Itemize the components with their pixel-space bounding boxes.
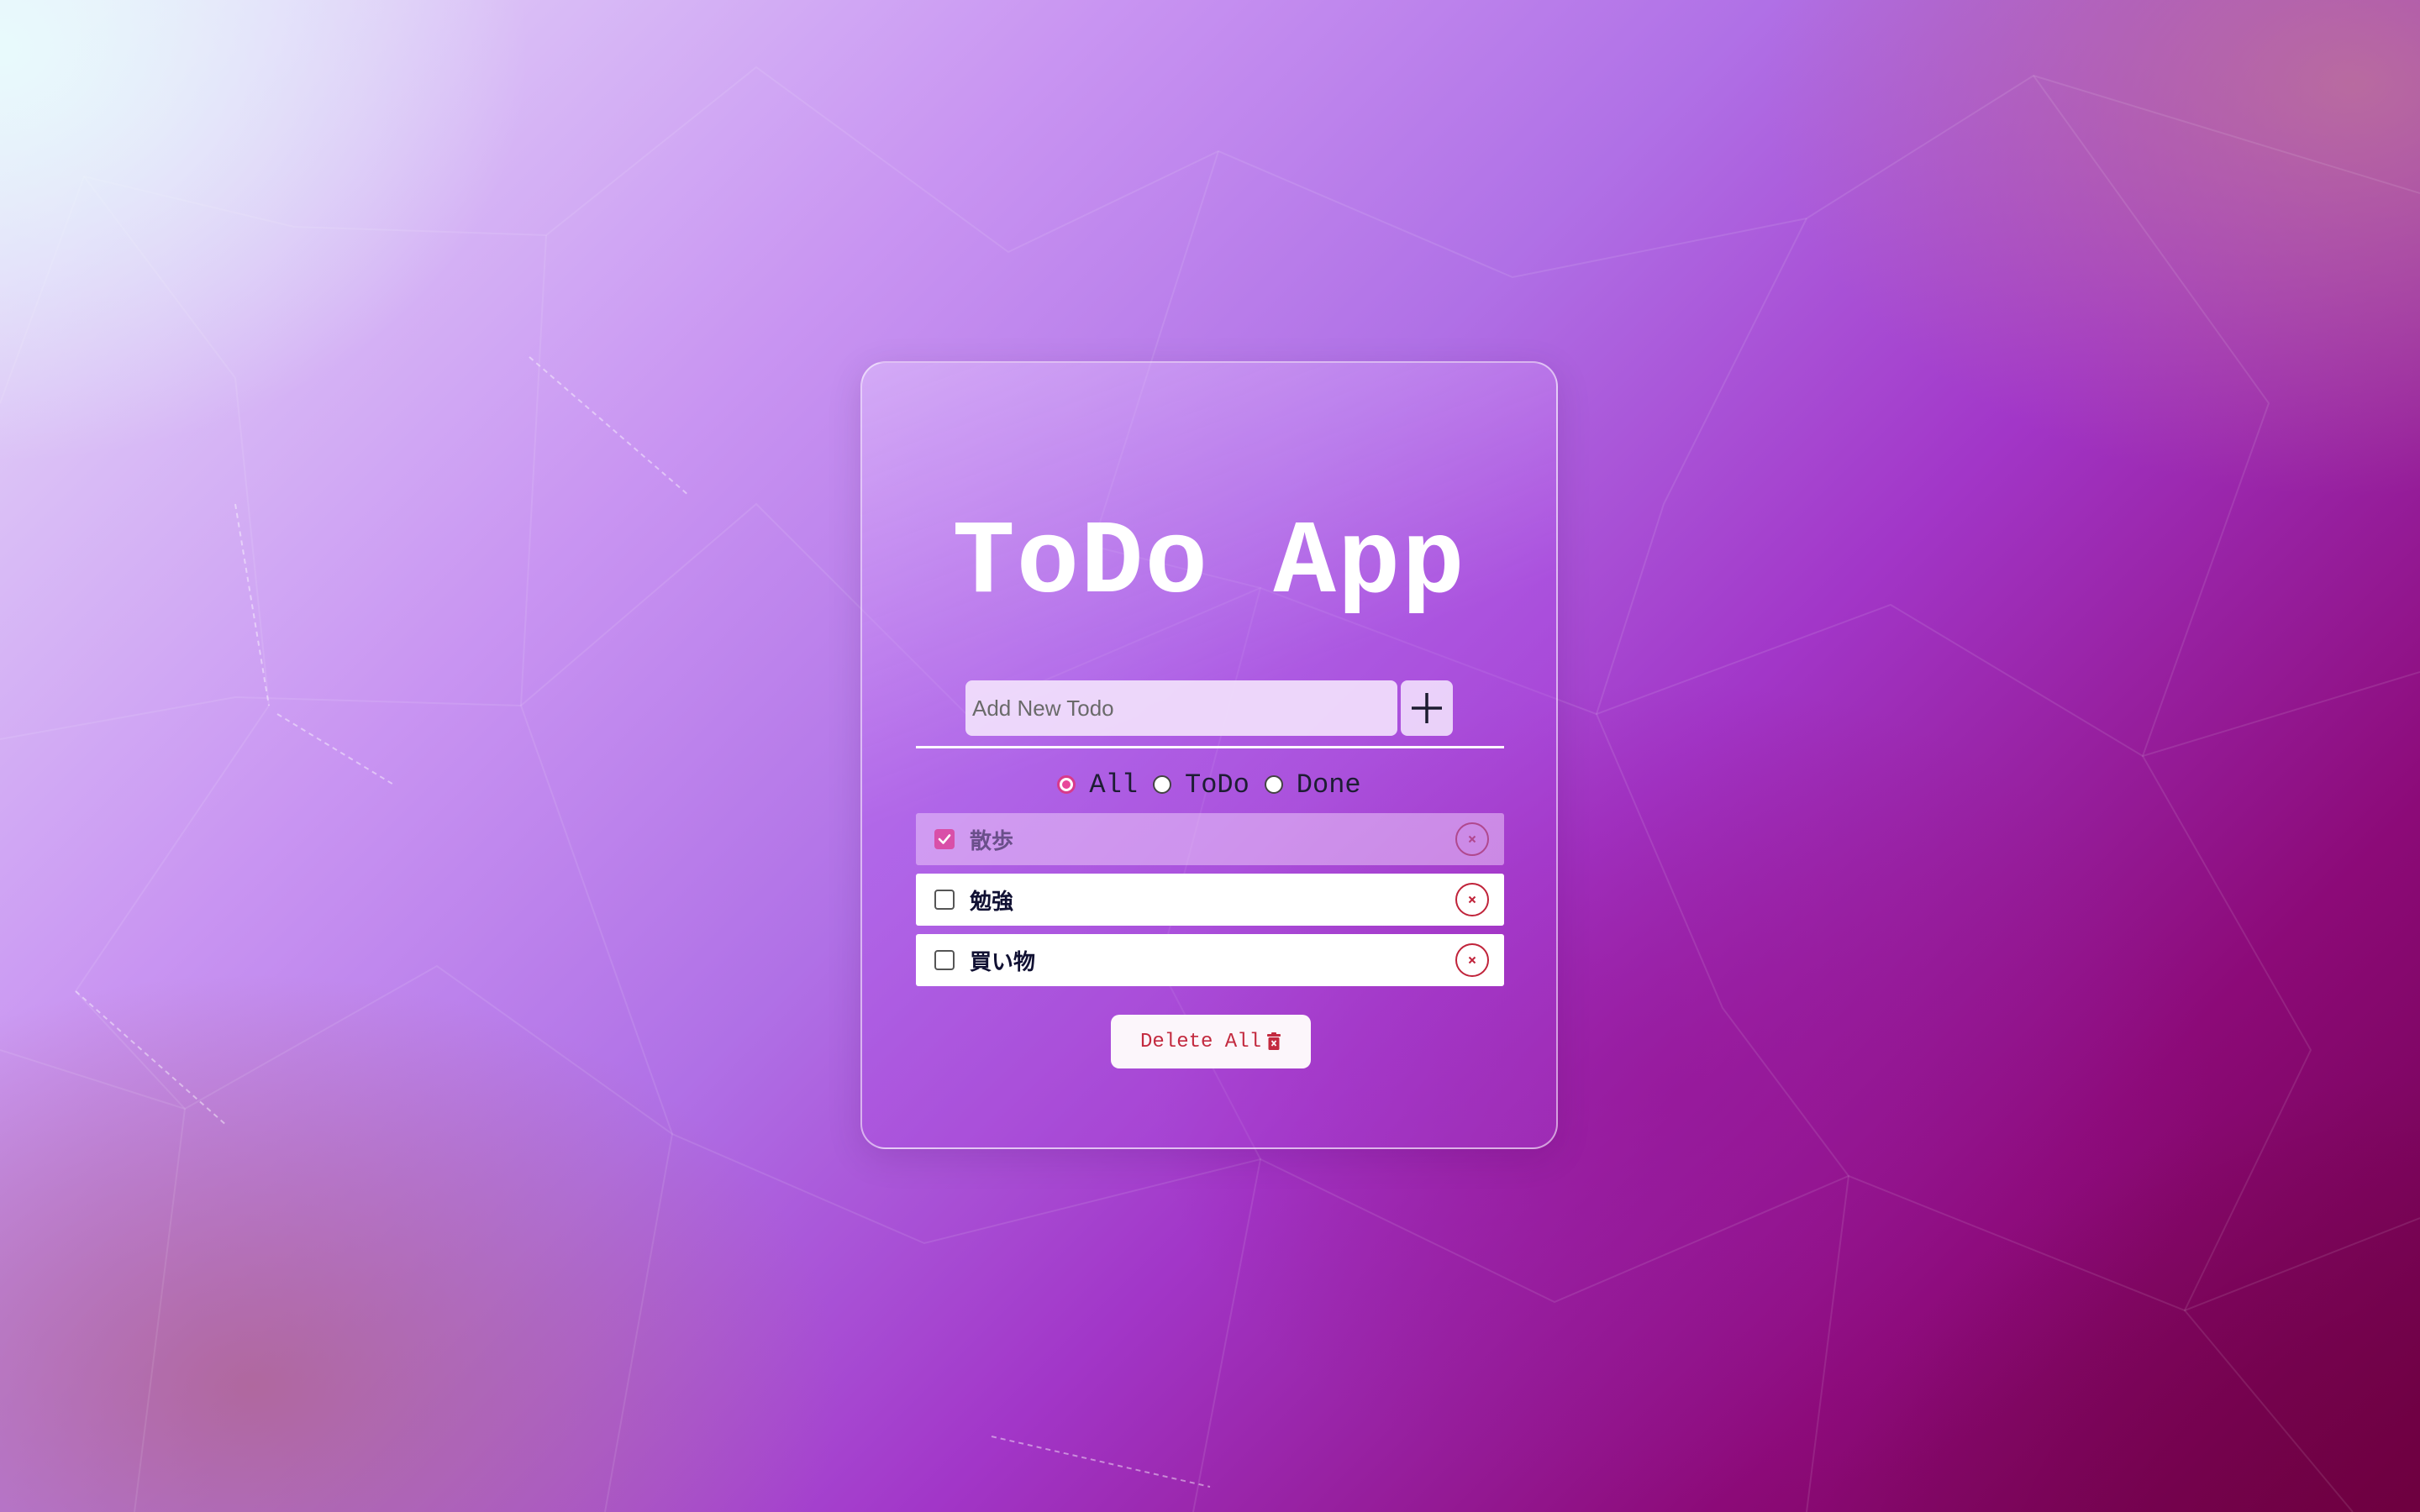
add-todo-button[interactable] [1401,680,1453,736]
remove-todo-button[interactable] [1455,883,1489,916]
filter-todo[interactable]: ToDo [1152,769,1249,801]
todo-item: 散歩 [916,813,1504,865]
filter-done-radio[interactable] [1264,775,1283,794]
trash-icon [1267,1032,1281,1050]
filter-all-label: All [1089,769,1138,801]
todo-label: 買い物 [970,949,1036,975]
filter-all[interactable]: All [1057,769,1138,801]
delete-all-button[interactable]: Delete All [1111,1015,1311,1068]
todo-card: ToDo App All ToDo Done [860,361,1558,1149]
new-todo-input[interactable] [965,680,1397,736]
remove-todo-button[interactable] [1455,822,1489,856]
todo-checkbox[interactable] [934,950,955,970]
filter-radio-group: All ToDo Done [862,764,1556,805]
filter-done-label: Done [1296,769,1361,801]
todo-item: 勉強 [916,874,1504,926]
filter-todo-label: ToDo [1184,769,1249,801]
todo-checkbox[interactable] [934,829,955,849]
filter-all-radio[interactable] [1057,775,1076,794]
todo-label: 散歩 [970,828,1014,854]
todo-item: 買い物 [916,934,1504,986]
filter-todo-radio[interactable] [1152,775,1171,794]
remove-todo-button[interactable] [1455,943,1489,977]
plus-icon [1412,693,1442,723]
delete-all-label: Delete All [1139,1030,1262,1053]
todo-checkbox[interactable] [934,890,955,910]
check-icon [938,834,951,844]
form-divider [916,746,1504,748]
close-icon [1468,956,1476,964]
close-icon [1468,835,1476,843]
todo-label: 勉強 [970,889,1014,915]
todo-list: 散歩 勉強 買い物 [916,813,1504,995]
filter-done[interactable]: Done [1264,769,1361,801]
add-todo-form [965,680,1453,736]
app-title: ToDo App [952,506,1466,623]
close-icon [1468,895,1476,904]
